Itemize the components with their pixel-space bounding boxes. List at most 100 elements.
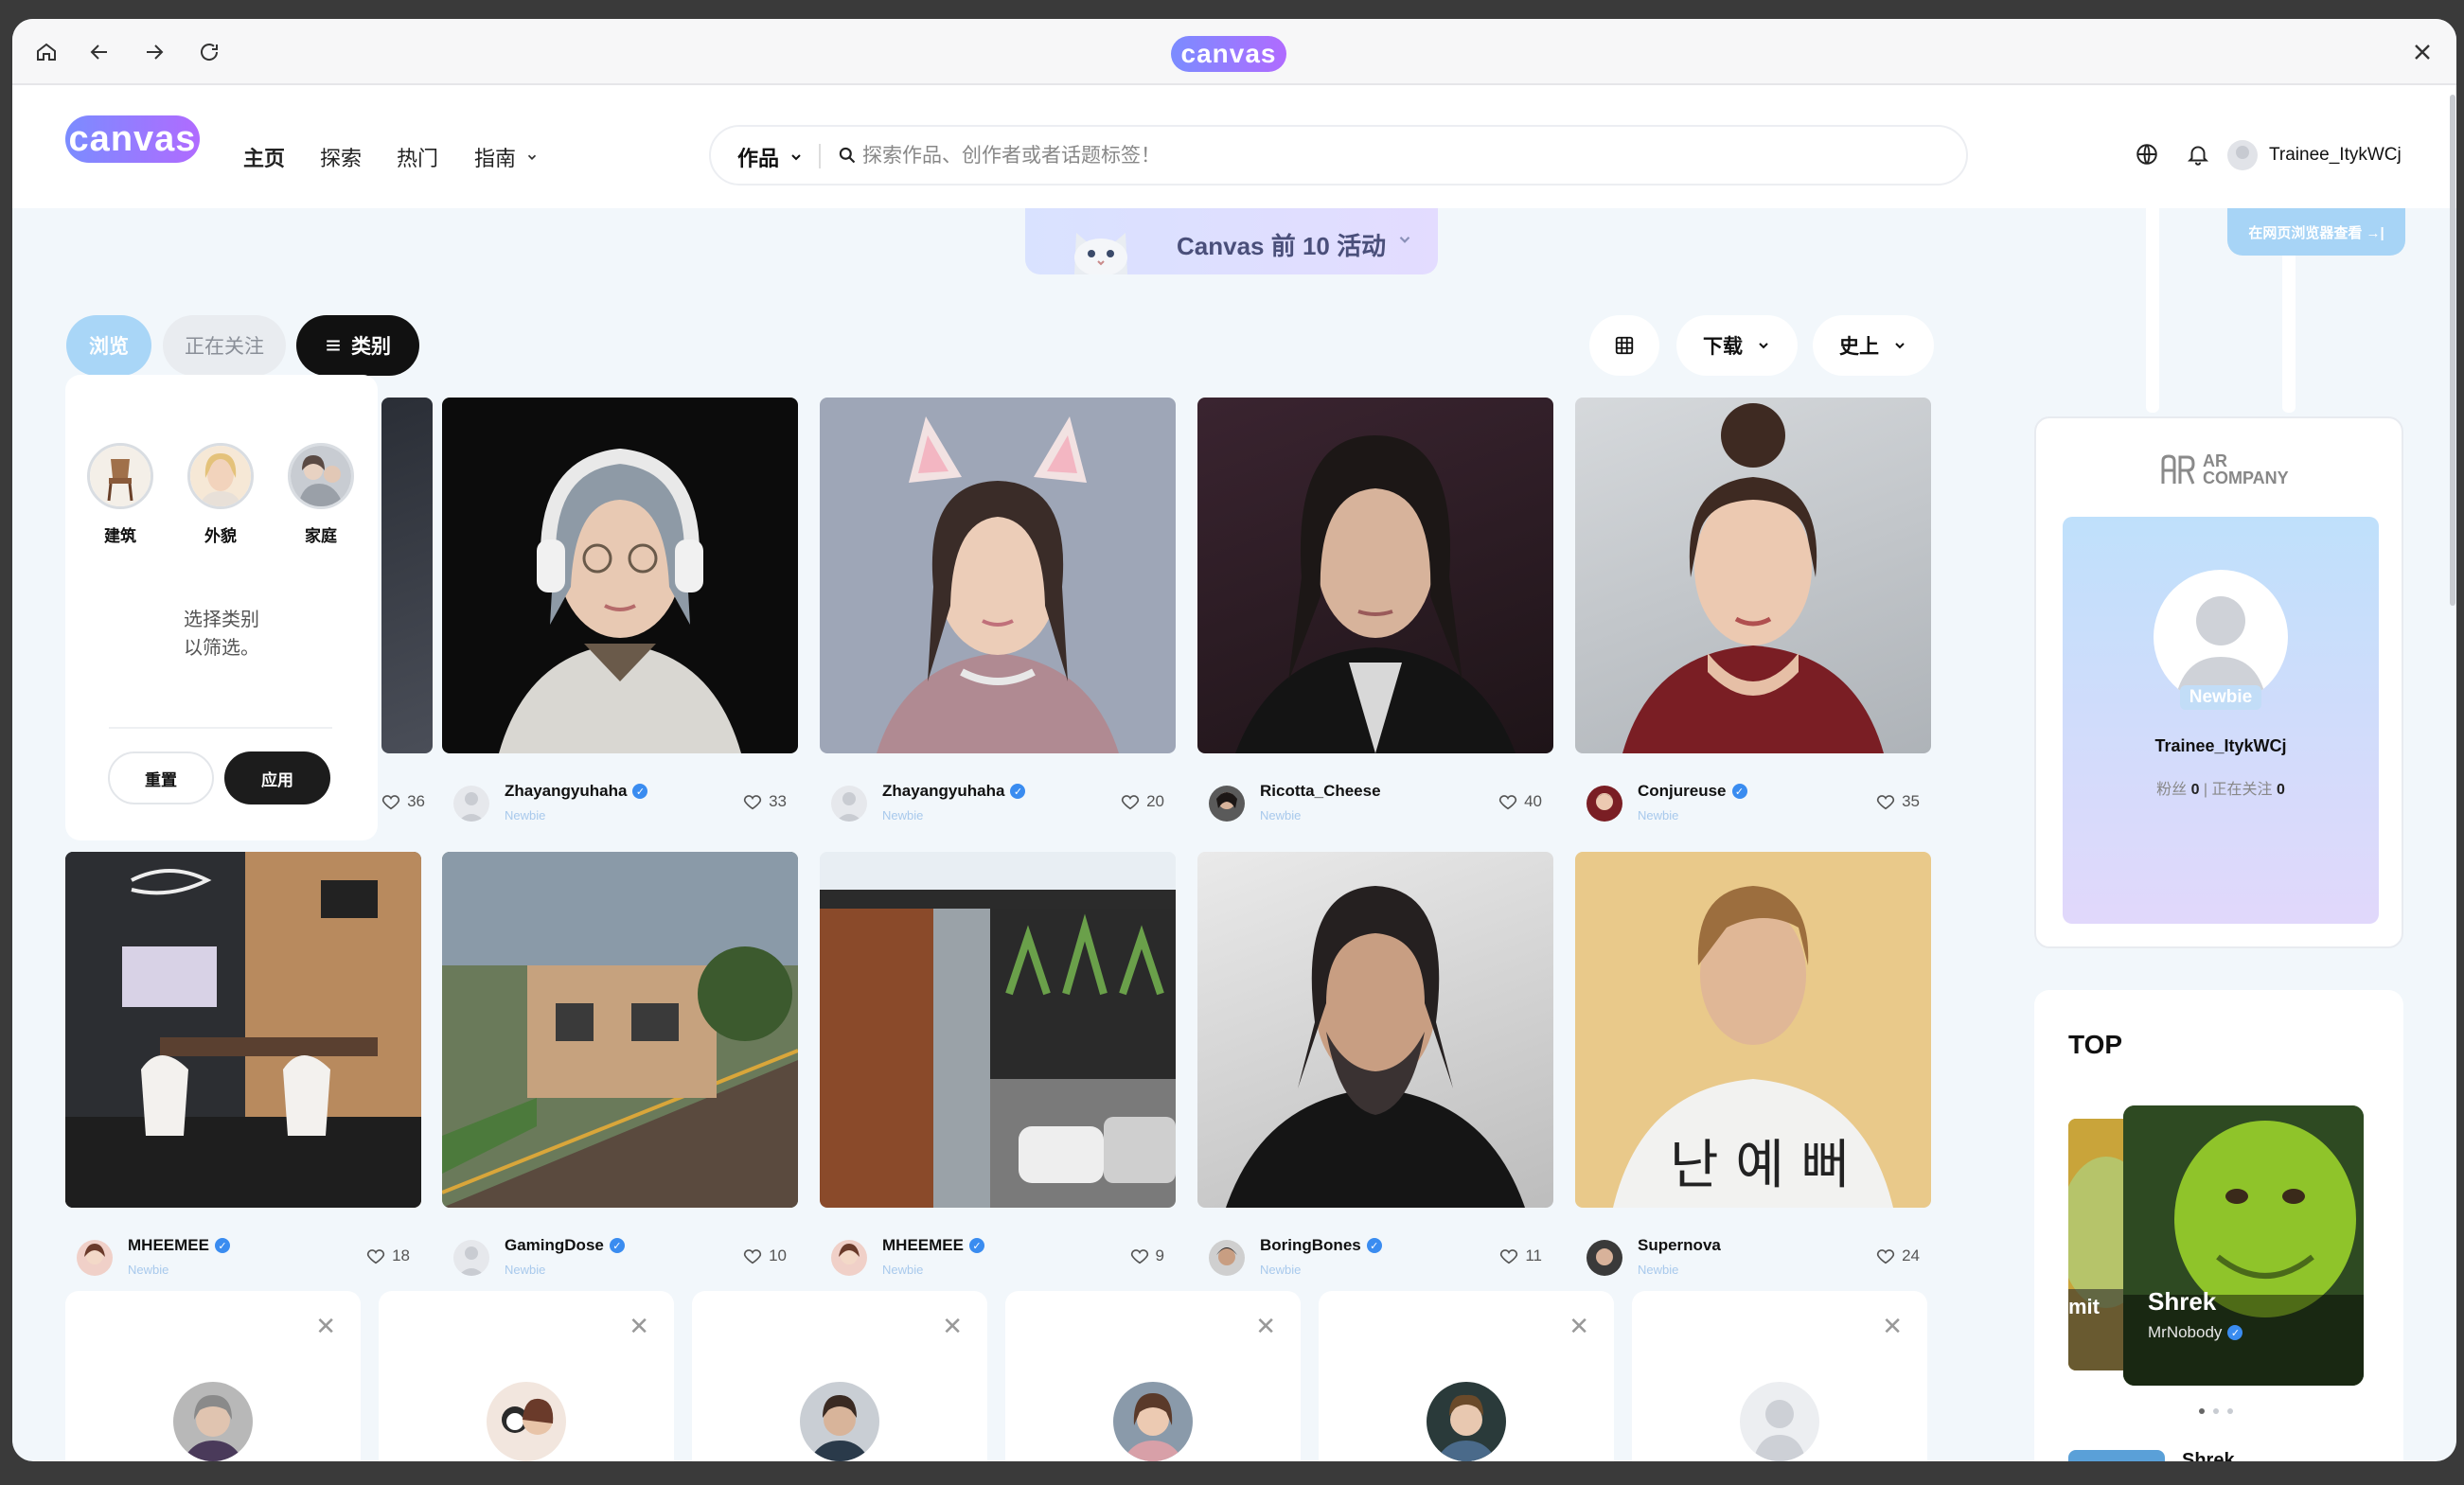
artwork-thumbnail[interactable] xyxy=(820,398,1176,753)
artwork-thumbnail[interactable]: 난 예 뻐 xyxy=(1575,852,1931,1208)
portrait-icon xyxy=(187,443,254,509)
creator-name[interactable]: Ricotta_Cheese xyxy=(1260,782,1381,801)
search-scope-dropdown[interactable]: 作品 xyxy=(737,142,804,172)
top-slide-author[interactable]: MrNobody ✓ xyxy=(2148,1323,2243,1342)
suggested-creator-card[interactable]: ✕ xyxy=(692,1291,987,1461)
close-icon[interactable]: ✕ xyxy=(942,1312,963,1341)
nav-home[interactable]: 主页 xyxy=(243,142,285,172)
globe-icon[interactable] xyxy=(2135,142,2159,171)
time-range-dropdown[interactable]: 史上 xyxy=(1813,315,1934,376)
user-menu[interactable]: Trainee_ItykWCj xyxy=(2227,140,2402,170)
artwork-thumbnail[interactable] xyxy=(1197,852,1553,1208)
avatar[interactable] xyxy=(1587,786,1622,822)
sort-download-dropdown[interactable]: 下载 xyxy=(1676,315,1798,376)
heart-icon xyxy=(1122,795,1140,810)
creator-name[interactable]: MHEEMEE ✓ xyxy=(882,1236,984,1255)
avatar[interactable] xyxy=(453,1240,489,1276)
nav-explore[interactable]: 探索 xyxy=(320,142,362,172)
view-in-browser-button[interactable]: 在网页浏览器查看 →| xyxy=(2227,208,2405,256)
avatar[interactable] xyxy=(831,1240,867,1276)
nav-guide-label: 指南 xyxy=(474,147,517,170)
creator-name[interactable]: Supernova xyxy=(1638,1236,1721,1255)
close-icon[interactable]: ✕ xyxy=(315,1312,336,1341)
top-panel: TOP mit Shrek MrNobody ✓ Shrek xyxy=(2034,990,2403,1461)
artwork-thumbnail[interactable] xyxy=(1575,398,1931,753)
like-button[interactable]: 9 xyxy=(1129,1246,1164,1266)
grid-view-button[interactable] xyxy=(1589,315,1659,376)
artwork-card: MHEEMEE ✓ Newbie 18 xyxy=(65,1236,421,1283)
creator-name[interactable]: GamingDose ✓ xyxy=(505,1236,625,1255)
category-label: 外貌 xyxy=(204,527,237,545)
scrollbar[interactable] xyxy=(2450,95,2455,606)
forward-icon[interactable] xyxy=(137,35,171,69)
carousel-dot[interactable] xyxy=(2213,1408,2219,1414)
creator-name-text: Zhayangyuhaha xyxy=(505,782,628,800)
artwork-thumbnail[interactable] xyxy=(65,852,421,1208)
apply-button[interactable]: 应用 xyxy=(224,751,330,804)
creator-name[interactable]: Zhayangyuhaha ✓ xyxy=(882,782,1026,801)
category-button-label: 类别 xyxy=(351,336,391,358)
suggested-creator-card[interactable]: ✕ xyxy=(65,1291,361,1461)
suggested-creator-card[interactable]: ✕ xyxy=(1005,1291,1301,1461)
site-logo[interactable]: canvas xyxy=(65,115,200,163)
suggested-creator-card[interactable]: ✕ xyxy=(1632,1291,1927,1461)
close-icon[interactable]: ✕ xyxy=(1569,1312,1589,1341)
like-button[interactable]: 11 xyxy=(1498,1246,1542,1266)
carousel-dot[interactable] xyxy=(2199,1408,2205,1414)
creator-name[interactable]: Zhayangyuhaha ✓ xyxy=(505,782,648,801)
like-button[interactable]: 33 xyxy=(742,791,787,812)
creator-badge: Newbie xyxy=(1638,1263,1679,1277)
category-option-family[interactable]: 家庭 xyxy=(287,443,355,546)
avatar[interactable] xyxy=(1587,1240,1622,1276)
artwork-thumbnail[interactable] xyxy=(442,852,798,1208)
creator-name[interactable]: BoringBones ✓ xyxy=(1260,1236,1382,1255)
top-slide-current[interactable] xyxy=(2123,1105,2364,1386)
nav-hot[interactable]: 热门 xyxy=(397,142,438,172)
close-icon[interactable]: ✕ xyxy=(1882,1312,1903,1341)
close-icon[interactable] xyxy=(2405,35,2439,69)
heart-icon xyxy=(1499,795,1517,810)
bell-icon[interactable] xyxy=(2186,142,2210,171)
newbie-badge: Newbie xyxy=(2180,685,2261,710)
close-icon[interactable]: ✕ xyxy=(1255,1312,1276,1341)
top-list-name[interactable]: Shrek xyxy=(2182,1450,2235,1461)
suggested-creator-card[interactable]: ✕ xyxy=(1319,1291,1614,1461)
suggested-creator-card[interactable]: ✕ xyxy=(379,1291,674,1461)
avatar[interactable] xyxy=(831,786,867,822)
artwork-thumbnail[interactable] xyxy=(442,398,798,753)
home-icon[interactable] xyxy=(29,35,63,69)
like-button[interactable]: 24 xyxy=(1875,1246,1920,1266)
tab-following[interactable]: 正在关注 xyxy=(163,315,286,376)
avatar[interactable] xyxy=(77,1240,113,1276)
like-button[interactable]: 40 xyxy=(1498,791,1542,812)
avatar[interactable] xyxy=(2154,570,2288,704)
search-input[interactable] xyxy=(862,138,1904,174)
like-button[interactable]: 20 xyxy=(1120,791,1164,812)
category-button[interactable]: 类别 xyxy=(296,315,419,376)
creator-name[interactable]: MHEEMEE ✓ xyxy=(128,1236,230,1255)
creator-name[interactable]: Conjureuse ✓ xyxy=(1638,782,1747,801)
event-banner[interactable]: Canvas 前 10 活动 xyxy=(1025,208,1438,276)
svg-text:난 예 뻐: 난 예 뻐 xyxy=(1670,1135,1850,1196)
avatar[interactable] xyxy=(453,786,489,822)
back-icon[interactable] xyxy=(82,35,116,69)
category-option-architecture[interactable]: 建筑 xyxy=(86,443,154,546)
top-list-thumbnail[interactable] xyxy=(2068,1450,2165,1461)
like-button[interactable]: 35 xyxy=(1875,791,1920,812)
like-button[interactable]: 18 xyxy=(365,1246,410,1266)
avatar[interactable] xyxy=(1209,786,1245,822)
tab-browse[interactable]: 浏览 xyxy=(66,315,151,376)
avatar[interactable] xyxy=(1209,1240,1245,1276)
nav-guide[interactable]: 指南 xyxy=(474,142,539,172)
close-icon[interactable]: ✕ xyxy=(629,1312,649,1341)
carousel-dot[interactable] xyxy=(2227,1408,2233,1414)
artwork-thumbnail[interactable] xyxy=(820,852,1176,1208)
reset-button[interactable]: 重置 xyxy=(108,751,214,804)
category-option-appearance[interactable]: 外貌 xyxy=(186,443,255,546)
reload-icon[interactable] xyxy=(192,35,226,69)
artwork-thumbnail[interactable] xyxy=(381,398,433,753)
like-button[interactable]: 10 xyxy=(742,1246,787,1266)
creator-badge: Newbie xyxy=(1260,808,1302,822)
artwork-thumbnail[interactable] xyxy=(1197,398,1553,753)
like-button[interactable]: 36 xyxy=(381,791,425,812)
